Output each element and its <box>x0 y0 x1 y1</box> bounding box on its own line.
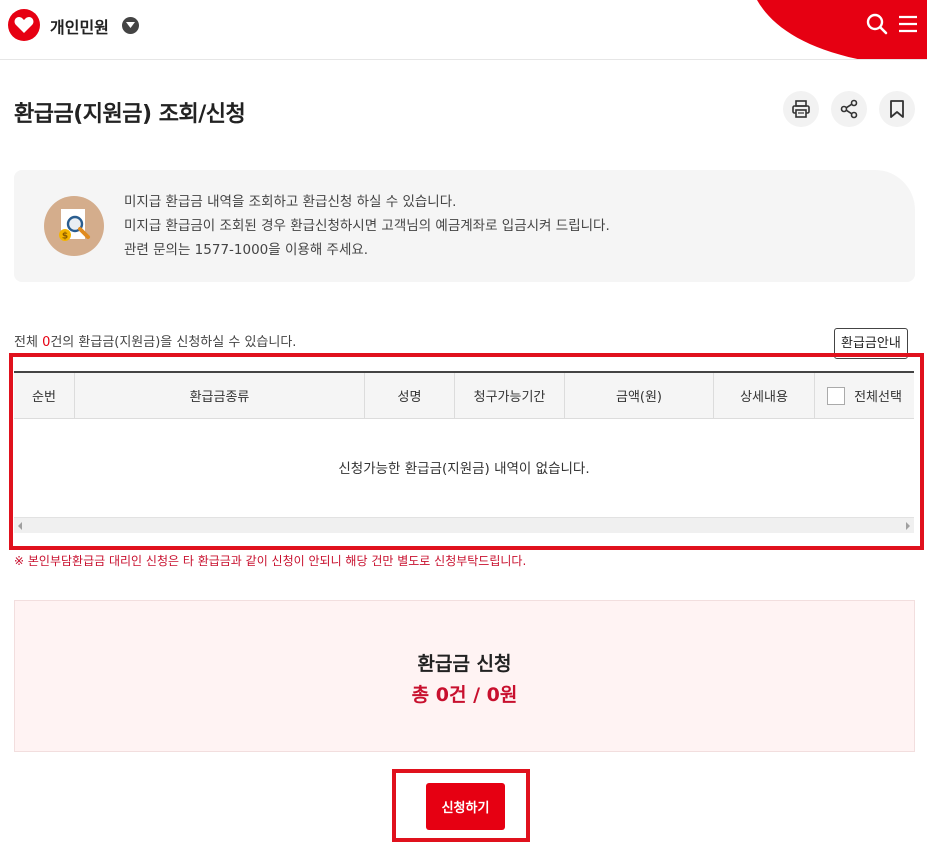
search-icon[interactable] <box>865 12 889 36</box>
page-title: 환급금(지원금) 조회/신청 <box>14 102 246 127</box>
summary-title: 환급금 신청 <box>417 653 512 675</box>
scroll-right-icon[interactable] <box>906 522 910 530</box>
select-all-checkbox[interactable] <box>827 386 846 405</box>
share-icon[interactable] <box>831 91 867 127</box>
count-suffix: 건의 환급금(지원금)을 신청하실 수 있습니다. <box>50 335 297 350</box>
apply-button[interactable]: 신청하기 <box>426 783 505 830</box>
print-icon[interactable] <box>783 91 819 127</box>
column-header-select-all: 전체선택 <box>815 373 914 418</box>
proxy-application-note: ※ 본인부담환급금 대리인 신청은 타 환급금과 같이 신청이 안되니 해당 건… <box>14 554 527 568</box>
info-text: 미지급 환급금 내역을 조회하고 환급신청 하실 수 있습니다. 미지급 환급금… <box>124 190 610 262</box>
empty-table-message: 신청가능한 환급금(지원금) 내역이 없습니다. <box>338 461 590 477</box>
info-box: $ 미지급 환급금 내역을 조회하고 환급신청 하실 수 있습니다. 미지급 환… <box>14 170 915 282</box>
application-summary: 환급금 신청 총 0건 / 0원 <box>14 600 915 752</box>
document-magnifier-coin-icon: $ <box>44 196 104 256</box>
column-header-details: 상세내용 <box>714 373 815 418</box>
hamburger-menu-icon[interactable] <box>896 12 920 36</box>
menu-title[interactable]: 개인민원 <box>50 14 109 38</box>
count-prefix: 전체 <box>14 335 43 350</box>
svg-text:$: $ <box>62 232 68 242</box>
refund-table: 순번 환급금종류 성명 청구가능기간 금액(원) 상세내용 전체선택 신청가능한… <box>14 371 914 535</box>
heart-logo-icon[interactable] <box>8 9 40 41</box>
column-header-name: 성명 <box>365 373 455 418</box>
column-header-claim-period: 청구가능기간 <box>455 373 565 418</box>
horizontal-scrollbar[interactable] <box>14 517 914 533</box>
info-line: 미지급 환급금이 조회된 경우 환급신청하시면 고객님의 예금계좌로 입금시켜 … <box>124 218 610 234</box>
select-all-label: 전체선택 <box>854 390 902 405</box>
summary-total: 총 0건 / 0원 <box>411 684 518 706</box>
table-header-row: 순번 환급금종류 성명 청구가능기간 금액(원) 상세내용 전체선택 <box>14 371 914 419</box>
bookmark-icon[interactable] <box>879 91 915 127</box>
column-header-no: 순번 <box>14 373 75 418</box>
column-header-refund-type: 환급금종류 <box>75 373 365 418</box>
chevron-down-icon[interactable] <box>122 17 139 34</box>
scroll-left-icon[interactable] <box>18 522 22 530</box>
info-line: 관련 문의는 1577-1000을 이용해 주세요. <box>124 242 369 258</box>
refund-guide-button[interactable]: 환급금안내 <box>834 328 908 359</box>
available-count-text: 전체 0건의 환급금(지원금)을 신청하실 수 있습니다. <box>14 331 296 350</box>
info-line: 미지급 환급금 내역을 조회하고 환급신청 하실 수 있습니다. <box>124 194 457 210</box>
top-header: 개인민원 <box>0 0 927 60</box>
column-header-amount: 금액(원) <box>565 373 714 418</box>
